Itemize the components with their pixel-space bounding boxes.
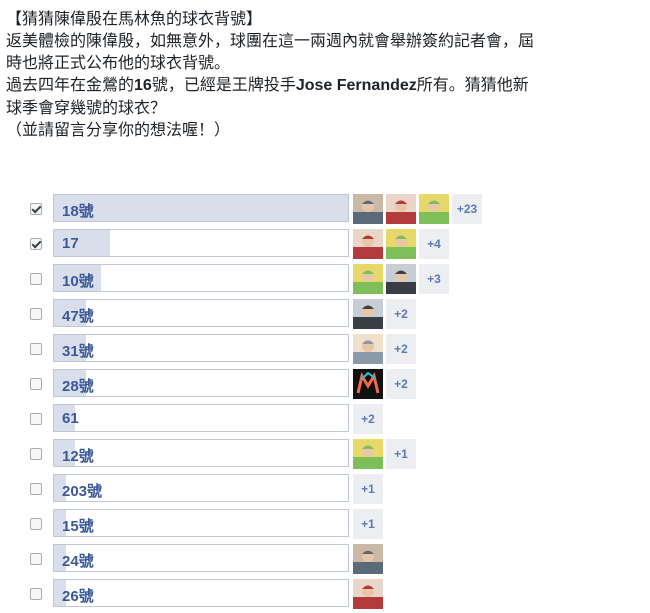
- poll-voter-faces: +23: [353, 194, 482, 224]
- poll: 18號 +23 17 +4 10號 +3 47號 +2 31號 +2 28號 +2 61 +2 12號 +1 2…: [0, 193, 650, 613]
- photo-face-icon[interactable]: [386, 264, 416, 294]
- poll-option-bar[interactable]: 26號: [53, 579, 349, 607]
- poll-voter-faces: [353, 544, 386, 574]
- poll-more-voters-badge[interactable]: +2: [386, 369, 416, 399]
- poll-voter-faces: +1: [353, 509, 383, 539]
- poll-option-row: 12號 +1: [0, 438, 650, 473]
- photo-face-icon[interactable]: [353, 194, 383, 224]
- poll-option-label: 15號: [62, 518, 94, 535]
- poll-option-bar[interactable]: 10號: [53, 264, 349, 292]
- photo-face-icon[interactable]: [353, 439, 383, 469]
- poll-voter-faces: +1: [353, 474, 383, 504]
- poll-option-checkbox[interactable]: [30, 588, 42, 600]
- poll-option-bar[interactable]: 203號: [53, 474, 349, 502]
- poll-voter-faces: [353, 579, 386, 609]
- poll-option-label: 203號: [62, 483, 103, 500]
- poll-more-voters-badge[interactable]: +1: [353, 509, 383, 539]
- poll-option-row: 47號 +2: [0, 298, 650, 333]
- poll-option-checkbox[interactable]: [30, 308, 42, 320]
- poll-option-label: 17: [62, 235, 79, 252]
- poll-option-checkbox[interactable]: [30, 553, 42, 565]
- photo-face-icon[interactable]: [353, 544, 383, 574]
- photo-face-icon[interactable]: [386, 229, 416, 259]
- poll-option-label: 47號: [62, 308, 94, 325]
- post-line: 返美體檢的陳偉殷，如無意外，球團在這一兩週內就會舉辦簽約記者會，屆: [6, 31, 535, 50]
- poll-option-row: 28號 +2: [0, 368, 650, 403]
- poll-option-label: 31號: [62, 343, 94, 360]
- post-title: 【猜猜陳偉殷在馬林魚的球衣背號】: [6, 9, 263, 28]
- poll-voter-faces: +1: [353, 439, 416, 469]
- post-number: 16: [134, 77, 152, 94]
- poll-option-bar[interactable]: 61: [53, 404, 349, 432]
- poll-option-label: 10號: [62, 273, 94, 290]
- poll-option-checkbox[interactable]: [30, 448, 42, 460]
- poll-option-fill: [54, 195, 348, 221]
- poll-option-label: 61: [62, 410, 79, 427]
- poll-more-voters-badge[interactable]: +2: [386, 334, 416, 364]
- poll-option-row: 17 +4: [0, 228, 650, 263]
- post-text: 【猜猜陳偉殷在馬林魚的球衣背號】 返美體檢的陳偉殷，如無意外，球團在這一兩週內就…: [6, 8, 646, 141]
- poll-option-label: 26號: [62, 588, 94, 605]
- post-text-fragment: 號，已經是王牌投手: [151, 75, 296, 94]
- poll-option-checkbox[interactable]: [30, 413, 42, 425]
- photo-face-icon[interactable]: [353, 579, 383, 609]
- post-player-name: Jose Fernandez: [295, 77, 417, 94]
- poll-option-checkbox[interactable]: [30, 238, 42, 250]
- poll-option-checkbox[interactable]: [30, 518, 42, 530]
- poll-option-checkbox[interactable]: [30, 378, 42, 390]
- photo-face-icon[interactable]: [386, 194, 416, 224]
- poll-more-voters-badge[interactable]: +2: [353, 404, 383, 434]
- poll-option-row: 18號 +23: [0, 193, 650, 228]
- poll-option-checkbox[interactable]: [30, 273, 42, 285]
- post-line: 時也將正式公布他的球衣背號。: [6, 53, 231, 72]
- photo-face-icon[interactable]: [353, 299, 383, 329]
- poll-option-row: 61 +2: [0, 403, 650, 438]
- poll-voter-faces: +2: [353, 334, 416, 364]
- poll-option-label: 24號: [62, 553, 94, 570]
- poll-option-bar[interactable]: 18號: [53, 194, 349, 222]
- poll-option-bar[interactable]: 31號: [53, 334, 349, 362]
- poll-option-label: 18號: [62, 203, 94, 220]
- poll-more-voters-badge[interactable]: +1: [353, 474, 383, 504]
- poll-option-bar[interactable]: 17: [53, 229, 349, 257]
- poll-more-voters-badge[interactable]: +1: [386, 439, 416, 469]
- poll-option-row: 15號 +1: [0, 508, 650, 543]
- poll-option-bar[interactable]: 12號: [53, 439, 349, 467]
- photo-face-icon[interactable]: [353, 229, 383, 259]
- poll-option-row: 24號: [0, 543, 650, 578]
- poll-more-voters-badge[interactable]: +3: [419, 264, 449, 294]
- photo-face-icon[interactable]: [353, 334, 383, 364]
- photo-face-icon[interactable]: [353, 264, 383, 294]
- poll-option-bar[interactable]: 24號: [53, 544, 349, 572]
- poll-option-label: 12號: [62, 448, 94, 465]
- poll-option-checkbox[interactable]: [30, 343, 42, 355]
- poll-option-row: 203號 +1: [0, 473, 650, 508]
- poll-option-bar[interactable]: 47號: [53, 299, 349, 327]
- photo-face-icon[interactable]: [419, 194, 449, 224]
- poll-option-bar[interactable]: 15號: [53, 509, 349, 537]
- post-text-fragment: 過去四年在金鶯的: [6, 75, 135, 94]
- poll-option-label: 28號: [62, 378, 94, 395]
- post-text-fragment: 所有。猜猜他新: [416, 75, 529, 94]
- poll-more-voters-badge[interactable]: +2: [386, 299, 416, 329]
- poll-option-checkbox[interactable]: [30, 483, 42, 495]
- post-line: （並請留言分享你的想法喔！）: [6, 120, 231, 139]
- poll-more-voters-badge[interactable]: +23: [452, 194, 482, 224]
- poll-more-voters-badge[interactable]: +4: [419, 229, 449, 259]
- poll-voter-faces: +2: [353, 404, 383, 434]
- poll-voter-faces: +3: [353, 264, 449, 294]
- poll-option-row: 10號 +3: [0, 263, 650, 298]
- poll-option-checkbox[interactable]: [30, 203, 42, 215]
- post-line: 過去四年在金鶯的16號，已經是王牌投手Jose Fernandez所有。猜猜他新: [6, 74, 646, 97]
- poll-option-bar[interactable]: 28號: [53, 369, 349, 397]
- post-line: 球季會穿幾號的球衣？: [6, 98, 167, 117]
- poll-voter-faces: +2: [353, 299, 416, 329]
- poll-option-row: 26號: [0, 578, 650, 613]
- poll-voter-faces: +2: [353, 369, 416, 399]
- poll-voter-faces: +4: [353, 229, 449, 259]
- marlins-logo-icon[interactable]: [353, 369, 383, 399]
- poll-option-row: 31號 +2: [0, 333, 650, 368]
